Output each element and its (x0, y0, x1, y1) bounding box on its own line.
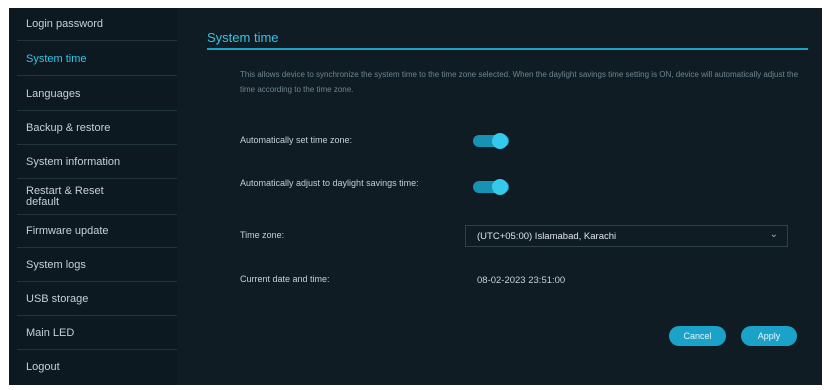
sidebar-item-label: Login password (26, 17, 104, 30)
auto-timezone-toggle[interactable] (473, 133, 509, 149)
sidebar-item-label: Backup & restore (26, 121, 111, 134)
sidebar-item-login-password[interactable]: Login password (17, 8, 177, 41)
time-zone-label: Time zone: (240, 230, 285, 240)
sidebar-item-label: Languages (26, 87, 81, 100)
auto-dst-toggle[interactable] (473, 179, 509, 195)
toggle-knob (492, 133, 508, 149)
auto-timezone-label: Automatically set time zone: (240, 135, 353, 145)
sidebar-item-usb-storage[interactable]: USB storage (17, 283, 177, 316)
sidebar-item-system-time[interactable]: System time (17, 43, 177, 76)
auto-dst-label: Automatically adjust to daylight savings… (240, 178, 419, 188)
sidebar-item-logout[interactable]: Logout (17, 351, 177, 384)
sidebar-item-label: Firmware update (26, 224, 109, 237)
sidebar-item-languages[interactable]: Languages (17, 78, 177, 111)
sidebar-item-label: System information (26, 155, 121, 168)
sidebar-item-restart-reset[interactable]: Restart & Reset default (17, 180, 177, 215)
apply-button[interactable]: Apply (741, 326, 797, 346)
sidebar-item-label: Restart & Reset default (26, 185, 104, 208)
sidebar: Login password System time Languages Bac… (9, 8, 177, 385)
cancel-button[interactable]: Cancel (669, 326, 726, 346)
title-divider (207, 48, 808, 50)
sidebar-item-system-logs[interactable]: System logs (17, 249, 177, 282)
current-datetime-label: Current date and time: (240, 274, 330, 284)
page-title: System time (207, 30, 279, 45)
sidebar-item-label: Logout (26, 361, 60, 373)
sidebar-item-main-led[interactable]: Main LED (17, 317, 177, 350)
time-zone-value: (UTC+05:00) Islamabad, Karachi (477, 230, 617, 242)
main-panel: System time This allows device to synchr… (195, 8, 822, 385)
sidebar-item-backup-restore[interactable]: Backup & restore (17, 112, 177, 145)
settings-frame: Login password System time Languages Bac… (9, 8, 822, 385)
current-datetime-value: 08-02-2023 23:51:00 (477, 275, 566, 286)
chevron-down-icon: ⌄ (769, 229, 778, 240)
sidebar-item-label: USB storage (26, 292, 89, 305)
toggle-knob (492, 179, 508, 195)
time-zone-select[interactable]: (UTC+05:00) Islamabad, Karachi ⌄ (465, 225, 788, 247)
sidebar-item-label: Main LED (26, 326, 75, 339)
description-text: This allows device to synchronize the sy… (240, 70, 799, 94)
sidebar-item-label: System logs (26, 258, 86, 271)
sidebar-item-label: System time (26, 52, 87, 65)
sidebar-item-system-information[interactable]: System information (17, 146, 177, 179)
sidebar-item-firmware-update[interactable]: Firmware update (17, 215, 177, 248)
